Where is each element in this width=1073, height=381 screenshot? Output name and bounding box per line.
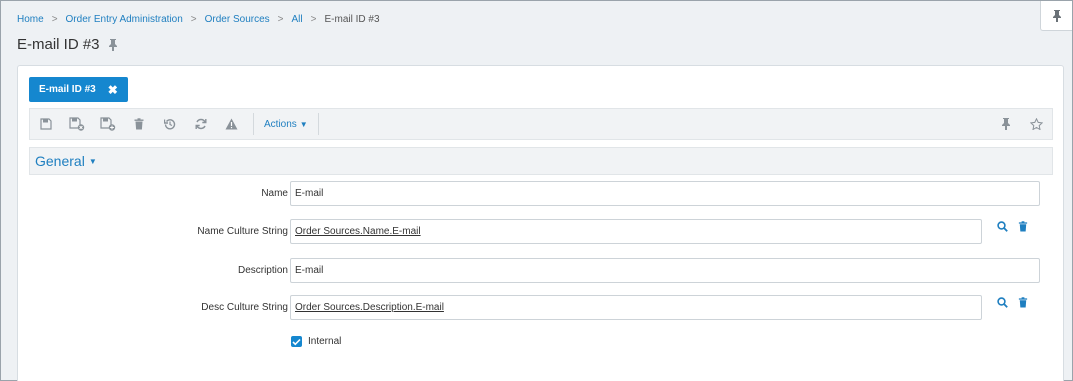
chevron-right-icon: > (190, 14, 197, 25)
toolbar-divider (317, 113, 319, 135)
caret-down-icon: ▼ (88, 156, 97, 166)
name-culture-input[interactable]: Order Sources.Name.E-mail (290, 219, 982, 244)
checkmark-icon (292, 338, 301, 345)
desc-culture-label: Desc Culture String (201, 302, 288, 313)
save-button[interactable] (30, 109, 61, 139)
history-button[interactable] (154, 109, 185, 139)
warning-button[interactable] (216, 109, 247, 139)
toolbar-divider (253, 113, 254, 135)
chevron-right-icon: > (277, 14, 284, 25)
search-icon[interactable] (997, 297, 1008, 308)
internal-checkbox[interactable] (291, 336, 302, 347)
page-title-row: E-mail ID #3 (17, 36, 118, 53)
description-label: Description (237, 265, 288, 276)
main-panel: E-mail ID #3 ✖ Actions ▼ General ▼ Name … (17, 65, 1064, 381)
internal-label: Internal (308, 336, 342, 347)
pin-toolbar-button[interactable] (990, 109, 1021, 139)
caret-down-icon: ▼ (299, 119, 308, 129)
warning-icon (225, 118, 238, 130)
actions-label: Actions (264, 118, 297, 130)
section-title: General (35, 153, 85, 169)
name-culture-actions (997, 221, 1028, 232)
desc-culture-actions (997, 297, 1028, 308)
save-and-close-button[interactable] (61, 109, 92, 139)
actions-dropdown[interactable]: Actions ▼ (260, 119, 312, 130)
refresh-button[interactable] (185, 109, 216, 139)
internal-checkbox-row[interactable]: Internal (291, 336, 341, 347)
description-input[interactable]: E-mail (290, 258, 1040, 283)
favorite-button[interactable] (1021, 109, 1052, 139)
breadcrumb-all[interactable]: All (292, 14, 303, 25)
desc-culture-value[interactable]: Order Sources.Description.E-mail (295, 302, 444, 313)
toolbar: Actions ▼ (29, 108, 1053, 140)
close-icon[interactable]: ✖ (108, 84, 118, 96)
tab-label: E-mail ID #3 (39, 84, 96, 95)
name-value: E-mail (295, 188, 324, 199)
name-culture-value[interactable]: Order Sources.Name.E-mail (295, 226, 421, 237)
name-culture-label: Name Culture String (197, 226, 288, 237)
delete-button[interactable] (123, 109, 154, 139)
pin-icon[interactable] (108, 38, 118, 51)
chevron-right-icon: > (310, 14, 317, 25)
save-close-icon (68, 117, 84, 131)
star-icon (1030, 118, 1043, 130)
chevron-right-icon: > (51, 14, 58, 25)
pin-icon (1001, 118, 1010, 130)
page-title: E-mail ID #3 (17, 36, 100, 53)
toolbar-right-group (990, 109, 1052, 139)
form-row-name-culture: Name Culture String Order Sources.Name.E… (18, 219, 1028, 244)
pin-icon (1052, 9, 1061, 22)
breadcrumb-current: E-mail ID #3 (324, 14, 380, 25)
trash-icon[interactable] (1018, 221, 1028, 232)
save-icon (39, 118, 52, 130)
breadcrumb-order-sources[interactable]: Order Sources (205, 14, 270, 25)
tab-email-id-3[interactable]: E-mail ID #3 ✖ (29, 77, 128, 102)
form-row-name: Name E-mail (18, 181, 1040, 206)
form-row-desc-culture: Desc Culture String Order Sources.Descri… (18, 295, 1028, 320)
trash-icon (134, 118, 143, 130)
section-general-header[interactable]: General ▼ (29, 147, 1053, 175)
trash-icon[interactable] (1018, 297, 1028, 308)
name-input[interactable]: E-mail (290, 181, 1040, 206)
corner-pin-button[interactable] (1040, 1, 1072, 31)
form-row-description: Description E-mail (18, 258, 1040, 283)
save-and-new-button[interactable] (92, 109, 123, 139)
name-label: Name (261, 188, 288, 199)
search-icon[interactable] (997, 221, 1008, 232)
breadcrumb-order-entry[interactable]: Order Entry Administration (66, 14, 183, 25)
history-icon (163, 119, 175, 130)
breadcrumb: Home > Order Entry Administration > Orde… (17, 14, 380, 25)
desc-culture-input[interactable]: Order Sources.Description.E-mail (290, 295, 982, 320)
description-value: E-mail (295, 265, 324, 276)
breadcrumb-home[interactable]: Home (17, 14, 44, 25)
refresh-icon (195, 118, 206, 130)
save-new-icon (99, 117, 115, 131)
